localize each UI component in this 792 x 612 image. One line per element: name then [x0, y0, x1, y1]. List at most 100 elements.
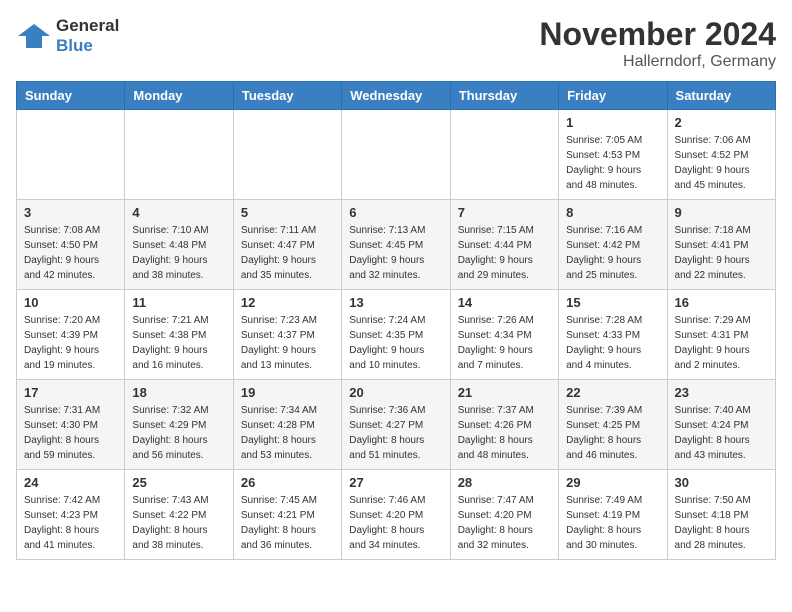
calendar-week-2: 3Sunrise: 7:08 AM Sunset: 4:50 PM Daylig… [17, 200, 776, 290]
day-number: 24 [24, 475, 117, 490]
day-number: 10 [24, 295, 117, 310]
calendar-week-3: 10 Sunrise: 7:20 AM Sunset: 4:39 PM Dayli… [17, 290, 776, 380]
calendar-cell: 8 Sunrise: 7:16 AM Sunset: 4:42 PM Daylig… [559, 200, 667, 290]
day-info: Sunrise: 7:21 AM Sunset: 4:38 PM Dayligh… [132, 313, 225, 373]
day-number: 20 [349, 385, 442, 400]
calendar-cell: 1 Sunrise: 7:05 AM Sunset: 4:53 PM Daylig… [559, 110, 667, 200]
day-info: Sunrise: 7:08 AM Sunset: 4:50 PM Dayligh… [24, 223, 117, 283]
weekday-header-saturday: Saturday [667, 82, 775, 110]
calendar-cell: 5Sunrise: 7:11 AM Sunset: 4:47 PM Daylig… [233, 200, 341, 290]
calendar-cell: 15 Sunrise: 7:28 AM Sunset: 4:33 PM Dayli… [559, 290, 667, 380]
calendar-week-1: 1 Sunrise: 7:05 AM Sunset: 4:53 PM Daylig… [17, 110, 776, 200]
day-number: 6 [349, 205, 442, 220]
calendar-cell: 10 Sunrise: 7:20 AM Sunset: 4:39 PM Dayli… [17, 290, 125, 380]
calendar-cell: 4 Sunrise: 7:10 AM Sunset: 4:48 PM Daylig… [125, 200, 233, 290]
day-info: Sunrise: 7:50 AM Sunset: 4:18 PM Dayligh… [675, 493, 768, 553]
calendar-cell: 22 Sunrise: 7:39 AM Sunset: 4:25 PM Dayli… [559, 380, 667, 470]
day-number: 19 [241, 385, 334, 400]
logo: General Blue [16, 16, 119, 56]
calendar-cell: 18 Sunrise: 7:32 AM Sunset: 4:29 PM Dayli… [125, 380, 233, 470]
day-info: Sunrise: 7:10 AM Sunset: 4:48 PM Dayligh… [132, 223, 225, 283]
logo-general: General [56, 16, 119, 35]
day-info: Sunrise: 7:42 AM Sunset: 4:23 PM Dayligh… [24, 493, 117, 553]
weekday-row: SundayMondayTuesdayWednesdayThursdayFrid… [17, 82, 776, 110]
weekday-header-wednesday: Wednesday [342, 82, 450, 110]
calendar-cell: 25 Sunrise: 7:43 AM Sunset: 4:22 PM Dayli… [125, 470, 233, 560]
calendar-cell: 14Sunrise: 7:26 AM Sunset: 4:34 PM Dayli… [450, 290, 558, 380]
calendar-cell [450, 110, 558, 200]
day-info: Sunrise: 7:26 AM Sunset: 4:34 PM Dayligh… [458, 313, 551, 373]
day-number: 28 [458, 475, 551, 490]
calendar-cell: 28Sunrise: 7:47 AM Sunset: 4:20 PM Dayli… [450, 470, 558, 560]
day-number: 12 [241, 295, 334, 310]
calendar-cell: 11 Sunrise: 7:21 AM Sunset: 4:38 PM Dayli… [125, 290, 233, 380]
day-number: 11 [132, 295, 225, 310]
day-info: Sunrise: 7:23 AM Sunset: 4:37 PM Dayligh… [241, 313, 334, 373]
calendar-cell: 23Sunrise: 7:40 AM Sunset: 4:24 PM Dayli… [667, 380, 775, 470]
day-info: Sunrise: 7:39 AM Sunset: 4:25 PM Dayligh… [566, 403, 659, 463]
day-info: Sunrise: 7:43 AM Sunset: 4:22 PM Dayligh… [132, 493, 225, 553]
day-number: 30 [675, 475, 768, 490]
day-number: 22 [566, 385, 659, 400]
location-title: Hallerndorf, Germany [539, 53, 776, 71]
calendar-cell [233, 110, 341, 200]
calendar-cell: 20Sunrise: 7:36 AM Sunset: 4:27 PM Dayli… [342, 380, 450, 470]
day-info: Sunrise: 7:06 AM Sunset: 4:52 PM Dayligh… [675, 133, 768, 193]
title-section: November 2024 Hallerndorf, Germany [539, 16, 776, 71]
day-info: Sunrise: 7:18 AM Sunset: 4:41 PM Dayligh… [675, 223, 768, 283]
day-info: Sunrise: 7:15 AM Sunset: 4:44 PM Dayligh… [458, 223, 551, 283]
day-number: 13 [349, 295, 442, 310]
month-title: November 2024 [539, 16, 776, 53]
calendar-cell [125, 110, 233, 200]
day-number: 29 [566, 475, 659, 490]
calendar-cell [17, 110, 125, 200]
calendar-cell: 9 Sunrise: 7:18 AM Sunset: 4:41 PM Daylig… [667, 200, 775, 290]
weekday-header-friday: Friday [559, 82, 667, 110]
day-info: Sunrise: 7:16 AM Sunset: 4:42 PM Dayligh… [566, 223, 659, 283]
calendar-week-5: 24 Sunrise: 7:42 AM Sunset: 4:23 PM Dayli… [17, 470, 776, 560]
day-info: Sunrise: 7:46 AM Sunset: 4:20 PM Dayligh… [349, 493, 442, 553]
day-number: 25 [132, 475, 225, 490]
logo-blue: Blue [56, 36, 93, 55]
weekday-header-monday: Monday [125, 82, 233, 110]
day-info: Sunrise: 7:37 AM Sunset: 4:26 PM Dayligh… [458, 403, 551, 463]
calendar-cell: 12 Sunrise: 7:23 AM Sunset: 4:37 PM Dayli… [233, 290, 341, 380]
calendar-cell: 21 Sunrise: 7:37 AM Sunset: 4:26 PM Dayli… [450, 380, 558, 470]
day-number: 26 [241, 475, 334, 490]
calendar-cell: 27Sunrise: 7:46 AM Sunset: 4:20 PM Dayli… [342, 470, 450, 560]
day-info: Sunrise: 7:11 AM Sunset: 4:47 PM Dayligh… [241, 223, 334, 283]
day-info: Sunrise: 7:05 AM Sunset: 4:53 PM Dayligh… [566, 133, 659, 193]
day-info: Sunrise: 7:20 AM Sunset: 4:39 PM Dayligh… [24, 313, 117, 373]
day-info: Sunrise: 7:28 AM Sunset: 4:33 PM Dayligh… [566, 313, 659, 373]
day-info: Sunrise: 7:32 AM Sunset: 4:29 PM Dayligh… [132, 403, 225, 463]
day-info: Sunrise: 7:31 AM Sunset: 4:30 PM Dayligh… [24, 403, 117, 463]
day-number: 21 [458, 385, 551, 400]
day-number: 4 [132, 205, 225, 220]
day-number: 23 [675, 385, 768, 400]
day-info: Sunrise: 7:13 AM Sunset: 4:45 PM Dayligh… [349, 223, 442, 283]
day-number: 7 [458, 205, 551, 220]
day-number: 8 [566, 205, 659, 220]
weekday-header-sunday: Sunday [17, 82, 125, 110]
weekday-header-tuesday: Tuesday [233, 82, 341, 110]
day-info: Sunrise: 7:34 AM Sunset: 4:28 PM Dayligh… [241, 403, 334, 463]
day-info: Sunrise: 7:49 AM Sunset: 4:19 PM Dayligh… [566, 493, 659, 553]
calendar-cell: 6 Sunrise: 7:13 AM Sunset: 4:45 PM Daylig… [342, 200, 450, 290]
calendar-week-4: 17 Sunrise: 7:31 AM Sunset: 4:30 PM Dayli… [17, 380, 776, 470]
day-info: Sunrise: 7:29 AM Sunset: 4:31 PM Dayligh… [675, 313, 768, 373]
day-number: 16 [675, 295, 768, 310]
calendar-table: SundayMondayTuesdayWednesdayThursdayFrid… [16, 81, 776, 560]
day-number: 1 [566, 115, 659, 130]
calendar-cell: 3Sunrise: 7:08 AM Sunset: 4:50 PM Daylig… [17, 200, 125, 290]
day-number: 18 [132, 385, 225, 400]
calendar-cell: 7 Sunrise: 7:15 AM Sunset: 4:44 PM Daylig… [450, 200, 558, 290]
calendar-cell: 26Sunrise: 7:45 AM Sunset: 4:21 PM Dayli… [233, 470, 341, 560]
logo-icon [16, 22, 52, 50]
day-number: 15 [566, 295, 659, 310]
calendar-body: 1 Sunrise: 7:05 AM Sunset: 4:53 PM Daylig… [17, 110, 776, 560]
calendar-cell: 24 Sunrise: 7:42 AM Sunset: 4:23 PM Dayli… [17, 470, 125, 560]
calendar-cell: 19 Sunrise: 7:34 AM Sunset: 4:28 PM Dayli… [233, 380, 341, 470]
day-number: 9 [675, 205, 768, 220]
calendar-cell [342, 110, 450, 200]
day-number: 17 [24, 385, 117, 400]
